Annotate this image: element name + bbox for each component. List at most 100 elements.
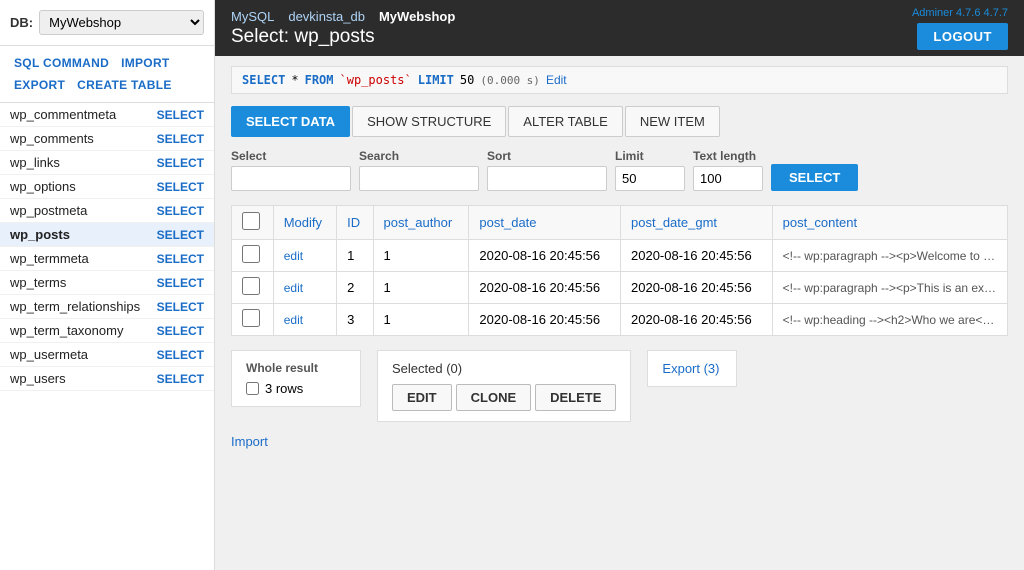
topbar-nav: MySQL devkinsta_db MyWebshop	[231, 9, 455, 24]
selected-box: Selected (0) EDIT CLONE DELETE	[377, 350, 631, 422]
table-row: wp_options SELECT	[0, 175, 214, 199]
table-name[interactable]: wp_posts	[10, 227, 70, 242]
db-select[interactable]: MyWebshop	[39, 10, 204, 35]
table-name[interactable]: wp_usermeta	[10, 347, 88, 362]
export-link[interactable]: Export (3)	[662, 361, 719, 376]
search-filter-label: Search	[359, 149, 479, 163]
filter-select-button[interactable]: SELECT	[771, 164, 858, 191]
tab-button[interactable]: SELECT DATA	[231, 106, 350, 137]
row-id: 1	[337, 240, 373, 272]
table-name[interactable]: wp_users	[10, 371, 66, 386]
table-name[interactable]: wp_term_taxonomy	[10, 323, 123, 338]
topbar-nav-link[interactable]: MySQL	[231, 9, 274, 24]
clone-button[interactable]: CLONE	[456, 384, 532, 411]
table-select-link[interactable]: SELECT	[157, 324, 204, 338]
row-checkbox[interactable]	[242, 309, 260, 327]
limit-filter-input[interactable]: 50	[615, 166, 685, 191]
table-select-link[interactable]: SELECT	[157, 108, 204, 122]
db-selector: DB: MyWebshop	[0, 0, 214, 46]
table-list: wp_commentmetaSELECTwp_commentsSELECTwp_…	[0, 103, 214, 570]
import-section: Import	[231, 422, 1008, 449]
whole-result-box: Whole result 3 rows	[231, 350, 361, 407]
main-panel: MySQLdevkinsta_dbMyWebshop Select: wp_po…	[215, 0, 1024, 570]
whole-result-checkbox[interactable]	[246, 382, 259, 395]
table-name[interactable]: wp_postmeta	[10, 203, 87, 218]
sort-filter-input[interactable]	[487, 166, 607, 191]
table-name[interactable]: wp_commentmeta	[10, 107, 116, 122]
row-id: 2	[337, 272, 373, 304]
whole-result-count: 3 rows	[265, 381, 303, 396]
col-header-post-author[interactable]: post_author	[373, 206, 469, 240]
table-select-link[interactable]: SELECT	[157, 156, 204, 170]
select-filter-group: Select	[231, 149, 351, 191]
create-table-btn[interactable]: CREATE TABLE	[73, 76, 176, 94]
edit-button[interactable]: EDIT	[392, 384, 452, 411]
row-checkbox[interactable]	[242, 277, 260, 295]
export-box: Export (3)	[647, 350, 737, 387]
table-row: wp_term_taxonomy SELECT	[0, 319, 214, 343]
import-link[interactable]: Import	[231, 434, 268, 449]
tab-button[interactable]: SHOW STRUCTURE	[352, 106, 506, 137]
sql-from-keyword: FROM	[305, 73, 334, 87]
topbar-nav-link[interactable]: MyWebshop	[379, 9, 455, 24]
content-area: SELECT * FROM `wp_posts` LIMIT 50 (0.000…	[215, 56, 1024, 570]
table-select-link[interactable]: SELECT	[157, 132, 204, 146]
query-bar: SELECT * FROM `wp_posts` LIMIT 50 (0.000…	[231, 66, 1008, 94]
row-post-date-gmt: 2020-08-16 20:45:56	[621, 240, 773, 272]
row-checkbox[interactable]	[242, 245, 260, 263]
col-header-post-date[interactable]: post_date	[469, 206, 621, 240]
table-select-link[interactable]: SELECT	[157, 204, 204, 218]
export-btn[interactable]: EXPORT	[10, 76, 69, 94]
delete-button[interactable]: DELETE	[535, 384, 616, 411]
table-select-link[interactable]: SELECT	[157, 276, 204, 290]
table-body: edit112020-08-16 20:45:562020-08-16 20:4…	[232, 240, 1008, 336]
row-post-content: <!-- wp:paragraph --><p>This is an examp…	[772, 272, 1007, 304]
topbar: MySQLdevkinsta_dbMyWebshop Select: wp_po…	[215, 0, 1024, 56]
table-row: wp_term_relationships SELECT	[0, 295, 214, 319]
tab-button[interactable]: ALTER TABLE	[508, 106, 623, 137]
table-select-link[interactable]: SELECT	[157, 180, 204, 194]
table-name[interactable]: wp_links	[10, 155, 60, 170]
logout-button[interactable]: LOGOUT	[917, 23, 1008, 50]
table-name[interactable]: wp_termmeta	[10, 251, 89, 266]
table-name[interactable]: wp_term_relationships	[10, 299, 140, 314]
table-select-link[interactable]: SELECT	[157, 372, 204, 386]
row-post-date-gmt: 2020-08-16 20:45:56	[621, 304, 773, 336]
select-filter-input[interactable]	[231, 166, 351, 191]
col-header-post-content[interactable]: post_content	[772, 206, 1007, 240]
table-header-row: ModifyIDpost_authorpost_datepost_date_gm…	[232, 206, 1008, 240]
table-row: wp_commentmeta SELECT	[0, 103, 214, 127]
select-all-checkbox[interactable]	[242, 212, 260, 230]
sidebar: DB: MyWebshop SQL COMMAND IMPORT EXPORT …	[0, 0, 215, 570]
table-select-link[interactable]: SELECT	[157, 348, 204, 362]
bottom-actions: Whole result 3 rows Selected (0) EDIT CL…	[231, 350, 1008, 422]
row-post-date: 2020-08-16 20:45:56	[469, 272, 621, 304]
table-select-link[interactable]: SELECT	[157, 300, 204, 314]
query-edit-link[interactable]: Edit	[546, 73, 567, 87]
col-header-Modify[interactable]: Modify	[273, 206, 336, 240]
import-btn[interactable]: IMPORT	[117, 54, 173, 72]
text-length-input[interactable]: 100	[693, 166, 763, 191]
whole-result-row: 3 rows	[246, 381, 346, 396]
table-name[interactable]: wp_comments	[10, 131, 94, 146]
table-row: wp_usermeta SELECT	[0, 343, 214, 367]
col-header-post-date-gmt[interactable]: post_date_gmt	[621, 206, 773, 240]
table-name[interactable]: wp_options	[10, 179, 76, 194]
table-row: wp_postmeta SELECT	[0, 199, 214, 223]
topbar-nav-link[interactable]: devkinsta_db	[288, 9, 365, 24]
edit-row-link[interactable]: edit	[284, 313, 303, 327]
text-length-label: Text length	[693, 149, 763, 163]
col-header-ID[interactable]: ID	[337, 206, 373, 240]
topbar-right: Adminer 4.7.6 4.7.7 LOGOUT	[912, 7, 1008, 50]
edit-row-link[interactable]: edit	[284, 281, 303, 295]
sql-command-btn[interactable]: SQL COMMAND	[10, 54, 113, 72]
col-header-checkbox	[232, 206, 274, 240]
tab-button[interactable]: NEW ITEM	[625, 106, 720, 137]
table-select-link[interactable]: SELECT	[157, 228, 204, 242]
row-post-author: 1	[373, 304, 469, 336]
search-filter-input[interactable]	[359, 166, 479, 191]
table-name[interactable]: wp_terms	[10, 275, 66, 290]
table-select-link[interactable]: SELECT	[157, 252, 204, 266]
edit-row-link[interactable]: edit	[284, 249, 303, 263]
sql-select-keyword: SELECT	[242, 73, 285, 87]
